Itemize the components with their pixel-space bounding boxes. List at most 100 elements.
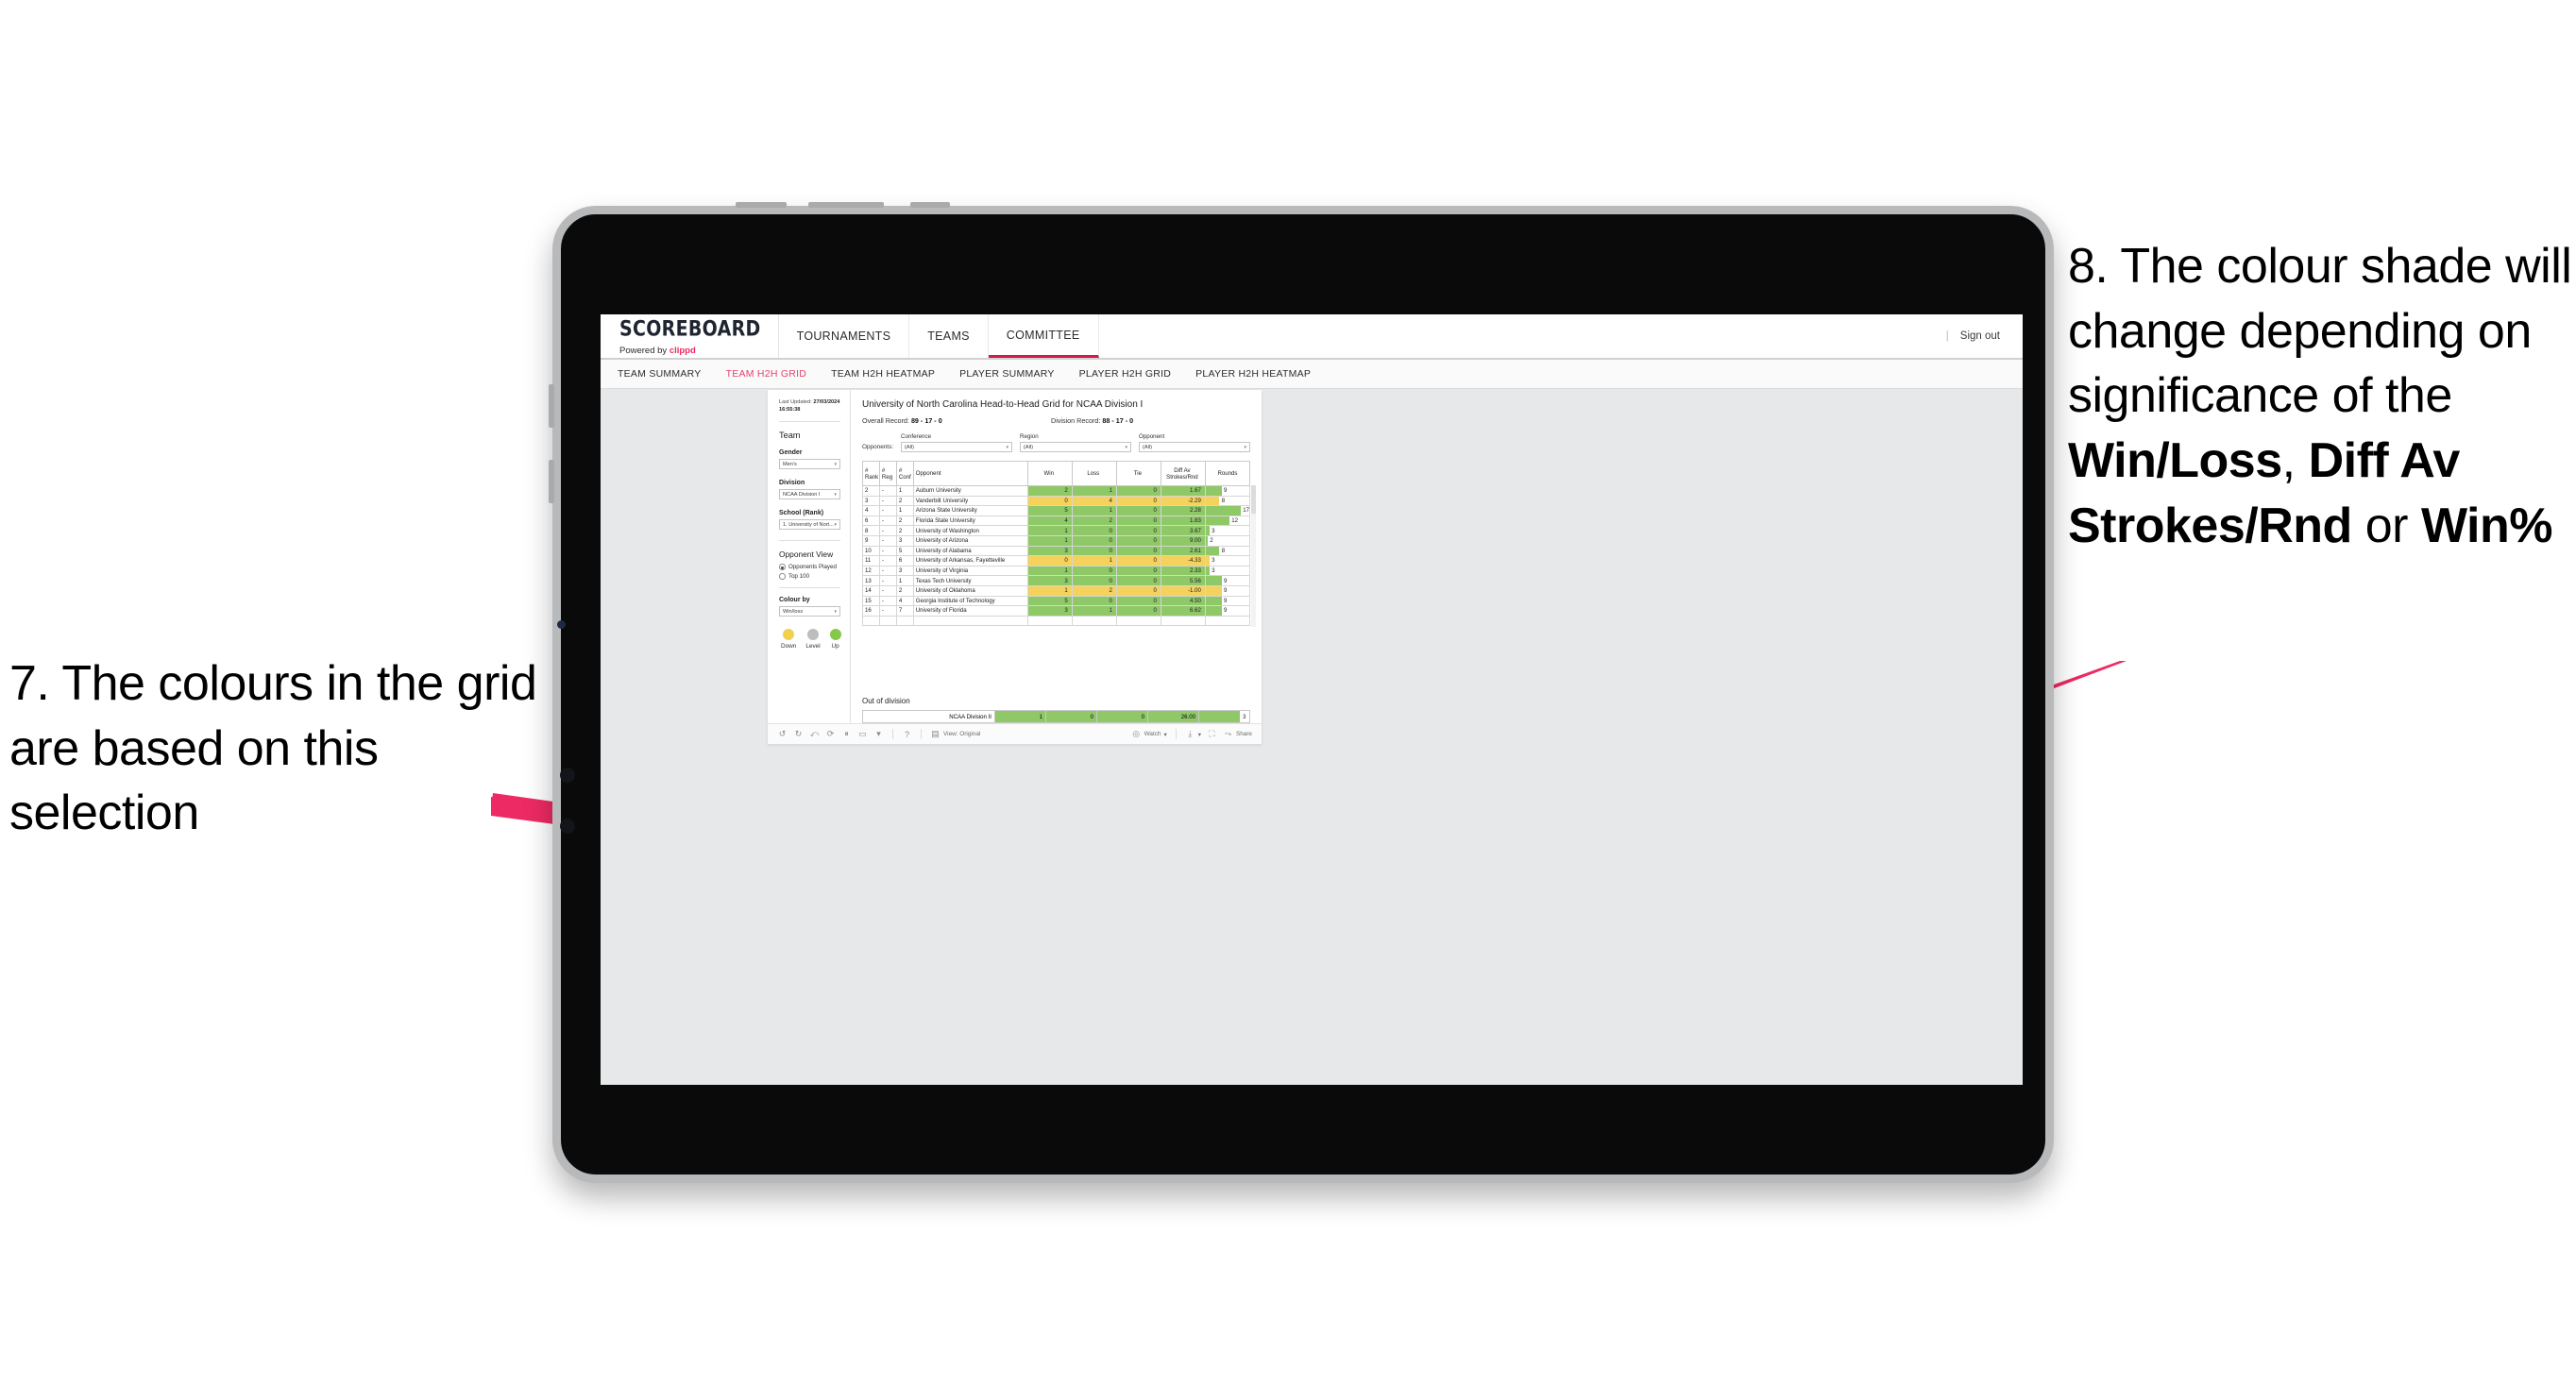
watch-button[interactable]: ◎ Watch ▾ (1131, 729, 1167, 739)
rounds-bar-fill (1205, 606, 1222, 616)
device-volume-down-button[interactable] (549, 460, 554, 503)
col-loss: Loss (1071, 461, 1117, 486)
overall-record-label: Overall Record: (862, 416, 911, 425)
opponent-dropdown[interactable]: (All) ▾ (1139, 442, 1250, 452)
cell-blank (1071, 615, 1117, 627)
cell-rank: 16 (862, 605, 880, 617)
brand-logo[interactable]: SCOREBOARD Powered by clippd (601, 314, 779, 358)
cell-rounds: 9 (1204, 575, 1251, 586)
view-original-button[interactable]: ▤ View: Original (930, 729, 980, 739)
col-conf-hash: # (898, 466, 903, 474)
table-row[interactable]: 11-6 University of Arkansas, Fayetteville… (862, 555, 1251, 566)
cell-tie: 0 (1115, 565, 1161, 577)
subnav-item-team-h2h-grid[interactable]: TEAM H2H GRID (726, 368, 807, 380)
opponents-label: Opponents: (862, 444, 894, 450)
sign-out-link[interactable]: Sign out (1960, 330, 2000, 342)
table-row[interactable]: 9-3 University of Arizona 1 0 0 9.00 2 (862, 534, 1251, 547)
school-dropdown[interactable]: 1. University of Nort... ▾ (779, 519, 840, 531)
pause-updates-icon[interactable]: ⏸ (841, 729, 852, 739)
table-row[interactable]: 10-5 University of Alabama 3 0 0 2.61 8 (862, 545, 1251, 557)
brand-sub-prefix: Powered by (619, 345, 669, 356)
nav-item-teams[interactable]: TEAMS (909, 314, 989, 358)
radio-top-100-label: Top 100 (788, 573, 810, 581)
out-of-division-body: NCAA Division II 1 0 0 26.00 3 (862, 710, 1250, 723)
grid-vertical-scrollbar[interactable] (1251, 485, 1256, 627)
cell-opponent: University of Washington (912, 525, 1028, 536)
colour-legend: Down Level Up (779, 629, 841, 650)
cell-loss: 0 (1071, 545, 1117, 557)
table-row[interactable]: 8-2 University of Washington 1 0 0 3.67 3 (862, 525, 1251, 536)
cell-conf: 3 (895, 534, 914, 547)
overall-record: Overall Record: 89 - 17 - 0 (862, 416, 1051, 425)
subnav-item-player-h2h-grid[interactable]: PLAYER H2H GRID (1079, 368, 1172, 380)
subnav-item-team-summary[interactable]: TEAM SUMMARY (618, 368, 702, 380)
table-row[interactable]: 3-2 Vanderbilt University 0 4 0 -2.29 8 (862, 495, 1251, 507)
table-row[interactable]: 6-2 Florida State University 4 2 0 1.83 12 (862, 515, 1251, 527)
undo-icon[interactable]: ↺ (777, 729, 788, 739)
table-row[interactable]: 16-7 University of Florida 3 1 0 6.62 9 (862, 605, 1251, 617)
table-row[interactable]: 2-1 Auburn University 2 1 0 1.67 9 (862, 485, 1251, 497)
rounds-bar-fill (1205, 546, 1220, 556)
cell-reg: - (878, 505, 897, 516)
rounds-value: 3 (1212, 567, 1215, 575)
subnav-item-player-summary[interactable]: PLAYER SUMMARY (959, 368, 1055, 380)
radio-top-100[interactable]: Top 100 (779, 573, 840, 580)
device-volume-up-button[interactable] (549, 384, 554, 428)
nav-item-tournaments[interactable]: TOURNAMENTS (779, 314, 910, 358)
cell-reg: - (878, 495, 897, 507)
share-button[interactable]: ⤳ Share (1223, 729, 1252, 739)
cell-diff: -2.29 (1160, 495, 1206, 507)
revert-icon[interactable]: ⤺ (809, 729, 820, 739)
tablet-device-frame: SCOREBOARD Powered by clippd TOURNAMENTS… (549, 202, 2054, 1183)
cell-rounds: 3 (1204, 555, 1251, 566)
colour-by-field: Colour by Win/loss ▾ (779, 597, 840, 617)
cell-conf: 1 (895, 505, 914, 516)
fullscreen-icon[interactable]: ⛶ (1207, 729, 1217, 739)
select-caret-icon[interactable]: ▾ (873, 729, 884, 739)
subnav-item-player-h2h-heatmap[interactable]: PLAYER H2H HEATMAP (1195, 368, 1311, 380)
nav-item-committee[interactable]: COMMITTEE (988, 314, 1099, 358)
opponent-view-heading: Opponent View (779, 549, 834, 560)
cell-opponent: University of Arizona (912, 534, 1028, 547)
gender-dropdown[interactable]: Men's ▾ (779, 459, 840, 470)
cell-diff: 26.00 (1147, 710, 1199, 723)
redo-icon[interactable]: ↻ (793, 729, 804, 739)
help-icon[interactable]: ? (902, 729, 912, 739)
table-row[interactable]: 12-3 University of Virginia 1 0 0 2.33 3 (862, 565, 1251, 577)
subnav-item-team-h2h-heatmap[interactable]: TEAM H2H HEATMAP (831, 368, 935, 380)
cell-opponent: University of Virginia (912, 565, 1028, 577)
last-updated: Last Updated: 27/03/2024 16:55:38 (779, 398, 840, 414)
chevron-down-icon: ▾ (1125, 444, 1128, 450)
rounds-bar-fill (1205, 585, 1222, 596)
table-row[interactable]: 14-2 University of Oklahoma 1 2 0 -1.00 9 (862, 584, 1251, 597)
rounds-value: 9 (1224, 577, 1228, 584)
col-conf: # Conf (895, 461, 914, 486)
col-win: Win (1026, 461, 1073, 486)
cell-rank: 6 (862, 515, 880, 527)
region-dropdown[interactable]: (All) ▾ (1020, 442, 1132, 452)
head-to-head-grid-table: # Rank # Reg # Conf Opponent Win Loss Tie D… (862, 461, 1251, 627)
radio-opponents-played[interactable]: Opponents Played (779, 564, 840, 570)
download-icon: ⤓ (1188, 729, 1193, 738)
table-row[interactable]: 4-1 Arizona State University 5 1 0 2.28 17 (862, 505, 1251, 516)
cell-reg: - (878, 485, 897, 497)
rectangle-select-icon[interactable]: ▭ (857, 729, 868, 739)
colour-by-dropdown[interactable]: Win/loss ▾ (779, 606, 840, 617)
out-of-division-row[interactable]: NCAA Division II 1 0 0 26.00 3 (862, 710, 1250, 723)
cell-reg: - (878, 595, 897, 607)
col-diff-line1: Diff Av (1174, 466, 1191, 474)
top-nav-right: | Sign out (1946, 314, 2023, 358)
legend-dot-level (806, 629, 819, 641)
cell-diff: 2.28 (1160, 505, 1206, 516)
table-row[interactable]: 13-1 Texas Tech University 3 0 0 5.56 9 (862, 575, 1251, 586)
download-button[interactable]: ⤓ ▾ (1185, 729, 1201, 739)
grid-scrollbar-thumb[interactable] (1251, 485, 1256, 514)
refresh-data-icon[interactable]: ⟳ (825, 729, 836, 739)
cell-win: 1 (994, 710, 1046, 723)
toolbar-divider-3 (1175, 729, 1177, 739)
cell-opponent: Texas Tech University (912, 575, 1028, 586)
cell-diff: 1.67 (1160, 485, 1206, 497)
division-dropdown[interactable]: NCAA Division I ▾ (779, 489, 840, 500)
conference-dropdown[interactable]: (All) ▾ (901, 442, 1013, 452)
table-row[interactable]: 15-4 Georgia Institute of Technology 5 0 0 4.… (862, 595, 1251, 607)
